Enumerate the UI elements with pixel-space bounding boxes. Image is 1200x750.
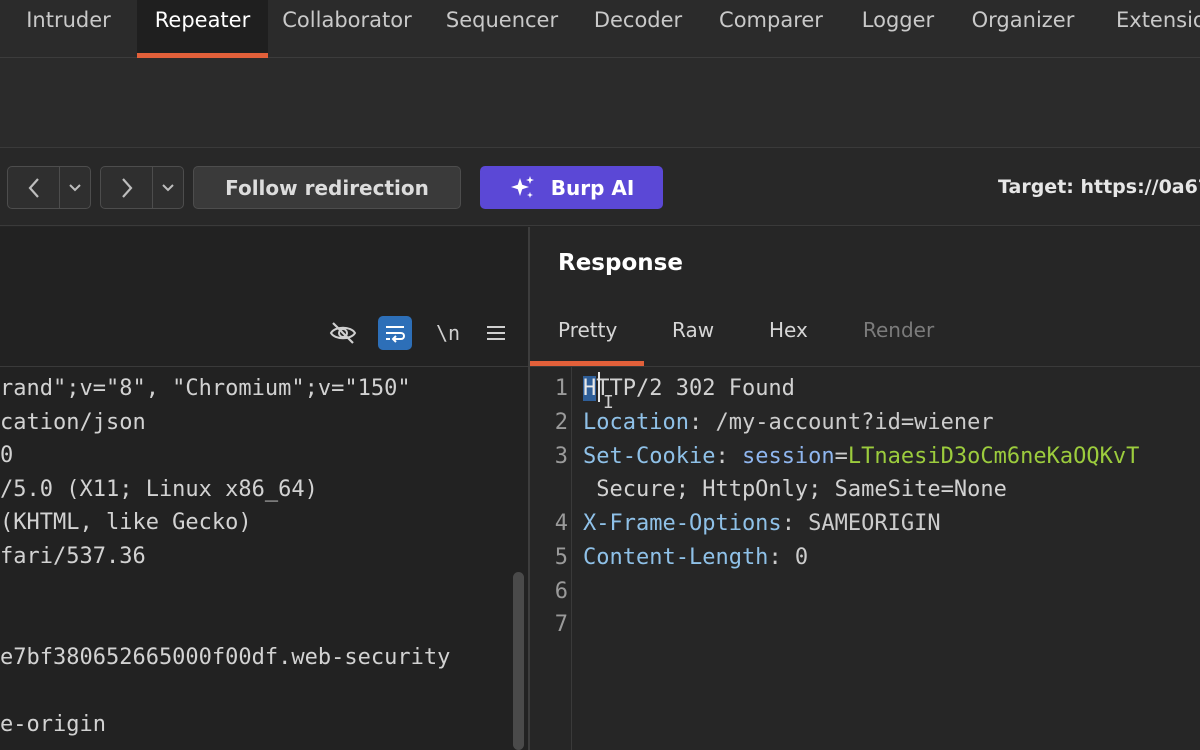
- wrap-lines-icon: [386, 326, 405, 343]
- ibeam-cursor-icon: I: [603, 392, 614, 413]
- line-number: 7: [554, 612, 568, 637]
- burp-ai-button[interactable]: Burp AI: [480, 166, 663, 209]
- header-name: Content-Length: [583, 545, 769, 570]
- back-button[interactable]: [8, 167, 60, 208]
- line-number: 5: [554, 545, 568, 570]
- burp-ai-label: Burp AI: [550, 175, 635, 200]
- chevron-down-icon: [69, 183, 81, 191]
- forward-nav-group: [100, 166, 184, 209]
- response-editor-divider: [530, 366, 1200, 367]
- header-value: 0: [781, 545, 809, 570]
- tab-label: Organizer: [971, 8, 1075, 32]
- newline-toggle-label: \n: [435, 321, 461, 345]
- header-value: /my-account?id=wiener: [702, 410, 994, 435]
- chevron-down-icon: [162, 183, 174, 191]
- hamburger-menu-icon: [487, 326, 505, 340]
- hide-whitespace-toggle[interactable]: [326, 316, 360, 350]
- chevron-right-icon: [121, 177, 132, 198]
- header-name: Set-Cookie: [583, 444, 716, 469]
- request-scrollbar-thumb[interactable]: [513, 572, 524, 750]
- line-number: 1: [554, 376, 568, 401]
- follow-redirection-label: Follow redirection: [225, 175, 429, 200]
- request-line: e-origin: [0, 712, 106, 737]
- tab-raw[interactable]: Raw: [672, 318, 714, 342]
- header-name: Location: [583, 410, 689, 435]
- header-location: Location: /my-account?id=wiener: [583, 410, 994, 435]
- request-options-menu[interactable]: [479, 316, 513, 350]
- header-set-cookie: Set-Cookie: session=LTnaesiD3oCm6neKaOQK…: [583, 444, 1140, 469]
- tab-render[interactable]: Render: [863, 318, 934, 342]
- request-line: (KHTML, like Gecko): [0, 510, 252, 536]
- cookie-value: LTnaesiD3oCm6neKaOQKvT: [847, 444, 1140, 469]
- chevron-left-icon: [28, 177, 39, 198]
- status-line: HTTP/2 302 Found: [583, 376, 795, 401]
- tab-label: Intruder: [26, 8, 111, 32]
- request-line: /5.0 (X11; Linux x86_64): [0, 476, 318, 502]
- line-number: 3: [554, 444, 568, 469]
- main-tab-bar: Intruder Repeater Collaborator Sequencer…: [0, 0, 1200, 58]
- request-line: cation/json: [0, 409, 146, 435]
- header-value: SAMEORIGIN: [794, 511, 941, 536]
- tab-repeater[interactable]: Repeater: [137, 0, 268, 58]
- tab-logger[interactable]: Logger: [844, 0, 952, 58]
- tab-extensions[interactable]: Extensio: [1094, 0, 1200, 58]
- forward-history-dropdown[interactable]: [153, 167, 183, 208]
- tab-label: Sequencer: [445, 8, 559, 32]
- tab-hex[interactable]: Hex: [769, 318, 808, 342]
- target-url: Target: https://0a67: [998, 176, 1200, 198]
- tab-intruder[interactable]: Intruder: [0, 0, 137, 58]
- request-editor[interactable]: rand";v="8", "Chromium";v="150" cation/j…: [0, 372, 510, 750]
- tab-organizer[interactable]: Organizer: [952, 0, 1094, 58]
- tab-label: Extensio: [1116, 8, 1200, 32]
- tab-comparer[interactable]: Comparer: [698, 0, 844, 58]
- tab-decoder[interactable]: Decoder: [578, 0, 698, 58]
- tab-label: Logger: [861, 8, 935, 32]
- tab-sequencer[interactable]: Sequencer: [426, 0, 578, 58]
- header-set-cookie-continuation: Secure; HttpOnly; SameSite=None: [583, 477, 1007, 502]
- request-line: 0: [0, 443, 14, 469]
- follow-redirection-button[interactable]: Follow redirection: [193, 166, 461, 209]
- request-line: fari/537.36: [0, 544, 146, 569]
- cookie-name: session: [741, 444, 835, 469]
- repeater-subtab-area: [0, 58, 1200, 148]
- header-content-length: Content-Length: 0: [583, 545, 809, 570]
- tab-label: Decoder: [593, 8, 683, 32]
- status-line-rest: TTP/2 302 Found: [596, 376, 795, 401]
- tab-label: Repeater: [154, 8, 251, 32]
- back-nav-group: [7, 166, 91, 209]
- header-name: X-Frame-Options: [583, 511, 782, 536]
- sparkle-icon: [510, 175, 534, 198]
- forward-button[interactable]: [101, 167, 153, 208]
- line-number: 4: [554, 511, 568, 536]
- header-x-frame-options: X-Frame-Options: SAMEORIGIN: [583, 511, 941, 536]
- text-caret: [598, 372, 600, 402]
- line-number: 6: [554, 579, 568, 604]
- back-history-dropdown[interactable]: [60, 167, 90, 208]
- line-number: 2: [554, 410, 568, 435]
- cookie-equals: =: [834, 444, 848, 469]
- word-wrap-toggle[interactable]: [378, 316, 412, 350]
- tab-label: Collaborator: [282, 8, 412, 32]
- selected-text: H: [583, 376, 597, 401]
- eye-slash-icon: [329, 322, 357, 344]
- tab-label: Comparer: [719, 8, 823, 32]
- tab-pretty[interactable]: Pretty: [558, 318, 617, 342]
- response-title: Response: [558, 250, 683, 276]
- tab-collaborator[interactable]: Collaborator: [268, 0, 426, 58]
- show-newlines-toggle[interactable]: \n: [431, 316, 465, 350]
- request-line: e7bf380652665000f00df.web-security: [0, 644, 451, 670]
- request-line: rand";v="8", "Chromium";v="150": [0, 376, 411, 401]
- request-editor-divider: [0, 366, 528, 367]
